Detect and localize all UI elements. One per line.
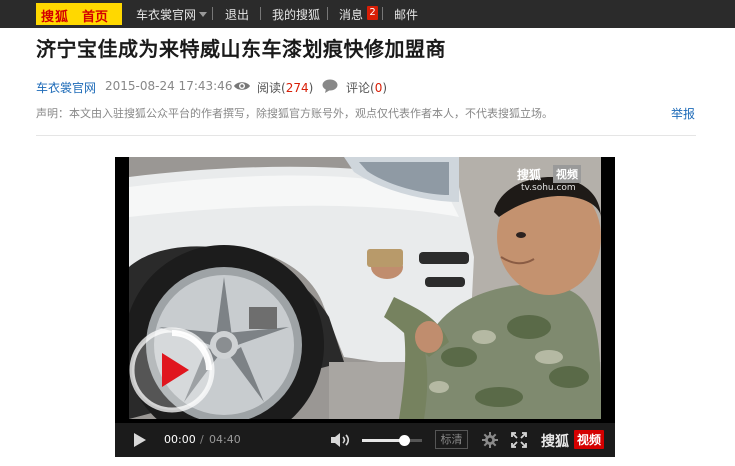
logo-brand-text: 搜狐 [41, 10, 70, 25]
caret-down-icon [199, 12, 208, 17]
logout-link[interactable]: 退出 [225, 6, 249, 23]
watermark-brand: 搜狐 [517, 168, 542, 182]
messages-link[interactable]: 消息 [339, 6, 363, 23]
eye-icon [234, 82, 250, 90]
publish-datetime: 2015-08-24 17:43:46 [105, 79, 233, 93]
logo-home-text: 首页 [82, 10, 109, 25]
header-divider [36, 135, 696, 136]
fullscreen-icon[interactable] [511, 432, 527, 448]
read-count: 274 [285, 81, 309, 95]
author-link[interactable]: 车衣裳官网 [36, 79, 96, 96]
account-menu[interactable]: 车衣裳官网 [136, 6, 208, 23]
comment-count-link[interactable]: 评论(0) [346, 79, 387, 96]
volume-slider[interactable] [362, 435, 422, 446]
sohu-home-logo[interactable]: 搜狐 首页 [36, 3, 122, 25]
watermark-tag: 视频 [553, 165, 581, 183]
nav-divider [327, 7, 328, 20]
comment-paren-close: ) [382, 81, 388, 95]
report-link[interactable]: 举报 [671, 105, 695, 122]
time-separator: / [200, 433, 204, 446]
nav-divider [260, 7, 261, 20]
nav-divider [382, 7, 383, 20]
read-paren-close: ) [308, 81, 314, 95]
play-icon[interactable] [133, 432, 147, 448]
nav-divider [212, 7, 213, 20]
quality-selector[interactable]: 标清 [435, 430, 468, 449]
gear-icon[interactable] [482, 432, 498, 448]
comment-label: 评论 [346, 81, 371, 95]
message-count-badge[interactable]: 2 [367, 6, 378, 20]
top-navigation-bar: 搜狐 首页 车衣裳官网 退出 我的搜狐 消息 2 邮件 [0, 0, 735, 28]
article-title: 济宁宝佳成为来特威山东车漆划痕快修加盟商 [36, 37, 446, 61]
video-player[interactable]: 搜狐 视频 tv.sohu.com 00:00 / 04:40 标清 搜狐 视频 [115, 157, 615, 457]
player-brand-tag: 视频 [574, 430, 605, 449]
total-time: 04:40 [209, 433, 241, 446]
my-sohu-link[interactable]: 我的搜狐 [272, 6, 320, 23]
volume-icon[interactable] [330, 432, 352, 448]
mail-link[interactable]: 邮件 [394, 6, 418, 23]
read-count-link[interactable]: 阅读(274) [257, 79, 313, 96]
player-brand: 搜狐 [541, 434, 569, 450]
disclaimer-statement: 声明：本文由入驻搜狐公众平台的作者撰写，除搜狐官方账号外，观点仅代表作者本人，不… [36, 107, 553, 120]
volume-fill [362, 439, 404, 442]
volume-knob[interactable] [399, 435, 410, 446]
comment-icon [322, 79, 338, 93]
play-overlay-icon[interactable] [127, 325, 217, 415]
video-control-bar: 00:00 / 04:40 标清 搜狐 视频 [115, 423, 615, 457]
watermark-url: tv.sohu.com [521, 183, 576, 193]
account-name: 车衣裳官网 [136, 8, 197, 22]
read-label: 阅读 [257, 81, 282, 95]
current-time: 00:00 [164, 433, 196, 446]
